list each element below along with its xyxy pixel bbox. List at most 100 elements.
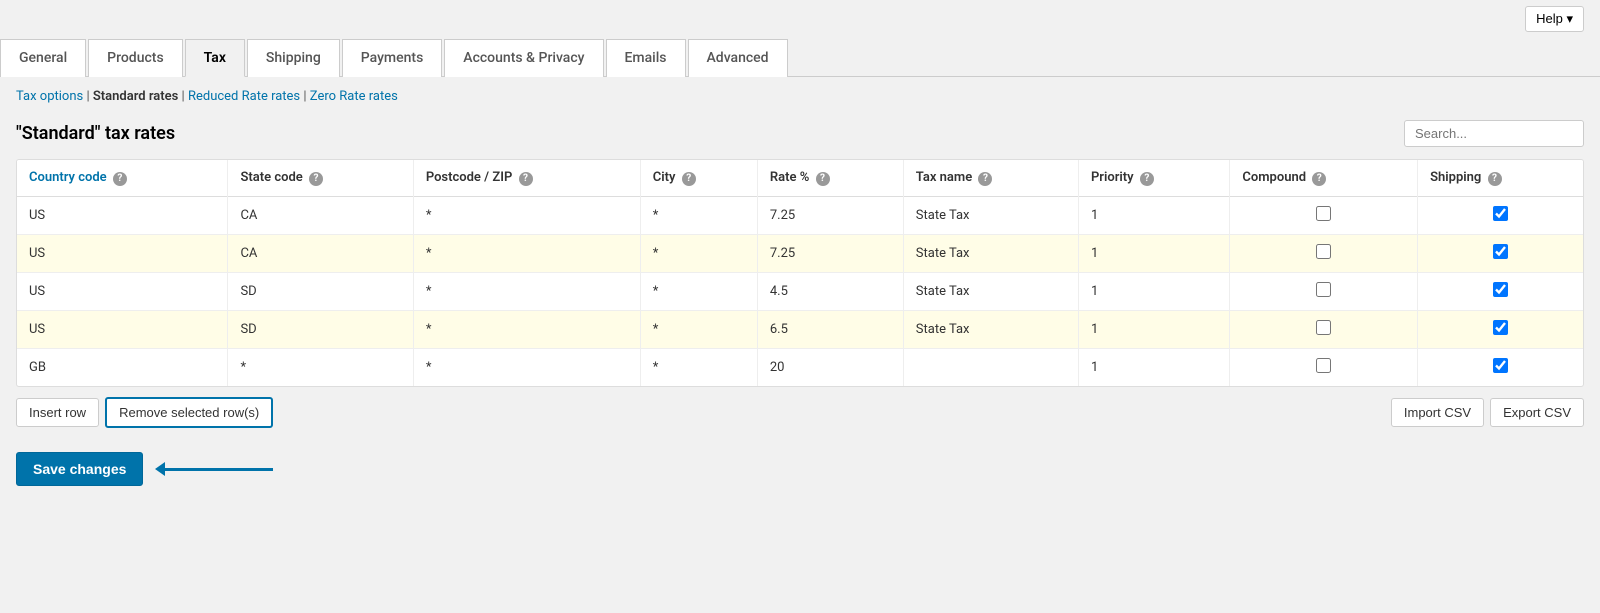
tab-shipping[interactable]: Shipping	[247, 39, 340, 77]
cell-2-5: State Tax	[903, 273, 1078, 311]
rate-help-icon[interactable]: ?	[816, 172, 830, 186]
cell-shipping-1[interactable]	[1418, 235, 1583, 273]
cell-1-2: *	[413, 235, 640, 273]
cell-4-3: *	[640, 349, 757, 387]
checkbox-compound-0[interactable]	[1316, 206, 1331, 221]
cell-shipping-3[interactable]	[1418, 311, 1583, 349]
cell-2-1: SD	[228, 273, 413, 311]
cell-0-1: CA	[228, 197, 413, 235]
cell-4-1: *	[228, 349, 413, 387]
tax-rates-table-container: Country code ? State code ? Postcode / Z…	[16, 159, 1584, 387]
tab-tax[interactable]: Tax	[185, 39, 245, 77]
cell-4-0: GB	[17, 349, 228, 387]
cell-3-4: 6.5	[757, 311, 903, 349]
cell-shipping-2[interactable]	[1418, 273, 1583, 311]
cell-shipping-4[interactable]	[1418, 349, 1583, 387]
cell-compound-3[interactable]	[1230, 311, 1418, 349]
tab-accounts[interactable]: Accounts & Privacy	[444, 39, 603, 77]
country-code-help-icon[interactable]: ?	[113, 172, 127, 186]
breadcrumb-zero-rate[interactable]: Zero Rate rates	[310, 89, 398, 104]
cell-3-6: 1	[1078, 311, 1229, 349]
th-compound: Compound ?	[1230, 160, 1418, 197]
breadcrumb-standard-rates: Standard rates	[93, 89, 178, 104]
cell-0-3: *	[640, 197, 757, 235]
export-csv-button[interactable]: Export CSV	[1490, 398, 1584, 427]
city-help-icon[interactable]: ?	[682, 172, 696, 186]
section-header: "Standard" tax rates	[16, 120, 1584, 147]
arrow-indicator	[163, 468, 273, 471]
th-rate: Rate % ?	[757, 160, 903, 197]
action-left: Insert row Remove selected row(s)	[16, 397, 273, 428]
cell-4-6: 1	[1078, 349, 1229, 387]
tax-name-help-icon[interactable]: ?	[978, 172, 992, 186]
table-header-row: Country code ? State code ? Postcode / Z…	[17, 160, 1583, 197]
remove-selected-button[interactable]: Remove selected row(s)	[105, 397, 273, 428]
cell-0-2: *	[413, 197, 640, 235]
cell-1-5: State Tax	[903, 235, 1078, 273]
save-changes-button[interactable]: Save changes	[16, 452, 143, 486]
cell-compound-1[interactable]	[1230, 235, 1418, 273]
state-code-help-icon[interactable]: ?	[309, 172, 323, 186]
breadcrumb-tax-options[interactable]: Tax options	[16, 89, 83, 104]
cell-2-6: 1	[1078, 273, 1229, 311]
th-city: City ?	[640, 160, 757, 197]
th-tax-name: Tax name ?	[903, 160, 1078, 197]
checkbox-compound-4[interactable]	[1316, 358, 1331, 373]
cell-2-4: 4.5	[757, 273, 903, 311]
tab-payments[interactable]: Payments	[342, 39, 443, 77]
search-input[interactable]	[1404, 120, 1584, 147]
tab-products[interactable]: Products	[88, 39, 183, 77]
checkbox-shipping-1[interactable]	[1493, 244, 1508, 259]
cell-0-0: US	[17, 197, 228, 235]
tab-advanced[interactable]: Advanced	[688, 39, 788, 77]
insert-row-button[interactable]: Insert row	[16, 398, 99, 427]
checkbox-compound-1[interactable]	[1316, 244, 1331, 259]
priority-help-icon[interactable]: ?	[1140, 172, 1154, 186]
cell-compound-0[interactable]	[1230, 197, 1418, 235]
th-priority: Priority ?	[1078, 160, 1229, 197]
breadcrumb-reduced-rate[interactable]: Reduced Rate rates	[188, 89, 300, 104]
checkbox-shipping-4[interactable]	[1493, 358, 1508, 373]
cell-3-2: *	[413, 311, 640, 349]
shipping-help-icon[interactable]: ?	[1488, 172, 1502, 186]
cell-3-5: State Tax	[903, 311, 1078, 349]
tab-general[interactable]: General	[0, 39, 86, 77]
cell-shipping-0[interactable]	[1418, 197, 1583, 235]
cell-1-3: *	[640, 235, 757, 273]
cell-4-2: *	[413, 349, 640, 387]
postcode-help-icon[interactable]: ?	[519, 172, 533, 186]
table-row: USCA**7.25State Tax1	[17, 197, 1583, 235]
th-shipping: Shipping ?	[1418, 160, 1583, 197]
cell-compound-4[interactable]	[1230, 349, 1418, 387]
cell-4-4: 20	[757, 349, 903, 387]
compound-help-icon[interactable]: ?	[1312, 172, 1326, 186]
table-row: USSD**4.5State Tax1	[17, 273, 1583, 311]
cell-1-4: 7.25	[757, 235, 903, 273]
checkbox-shipping-2[interactable]	[1493, 282, 1508, 297]
tax-rates-table: Country code ? State code ? Postcode / Z…	[17, 160, 1583, 386]
th-postcode: Postcode / ZIP ?	[413, 160, 640, 197]
checkbox-compound-2[interactable]	[1316, 282, 1331, 297]
import-csv-button[interactable]: Import CSV	[1391, 398, 1484, 427]
checkbox-shipping-0[interactable]	[1493, 206, 1508, 221]
table-row: GB***201	[17, 349, 1583, 387]
cell-3-1: SD	[228, 311, 413, 349]
content-area: Tax options | Standard rates | Reduced R…	[0, 77, 1600, 506]
tab-emails[interactable]: Emails	[606, 39, 686, 77]
action-bar: Insert row Remove selected row(s) Import…	[16, 397, 1584, 428]
cell-compound-2[interactable]	[1230, 273, 1418, 311]
cell-3-0: US	[17, 311, 228, 349]
table-row: USCA**7.25State Tax1	[17, 235, 1583, 273]
table-row: USSD**6.5State Tax1	[17, 311, 1583, 349]
tabs-navigation: General Products Tax Shipping Payments A…	[0, 38, 1600, 77]
arrow-line	[163, 468, 273, 471]
cell-0-4: 7.25	[757, 197, 903, 235]
th-country-code: Country code ?	[17, 160, 228, 197]
checkbox-compound-3[interactable]	[1316, 320, 1331, 335]
cell-1-0: US	[17, 235, 228, 273]
help-button[interactable]: Help ▾	[1525, 6, 1584, 32]
cell-1-6: 1	[1078, 235, 1229, 273]
save-section: Save changes	[16, 452, 1584, 486]
cell-0-6: 1	[1078, 197, 1229, 235]
checkbox-shipping-3[interactable]	[1493, 320, 1508, 335]
